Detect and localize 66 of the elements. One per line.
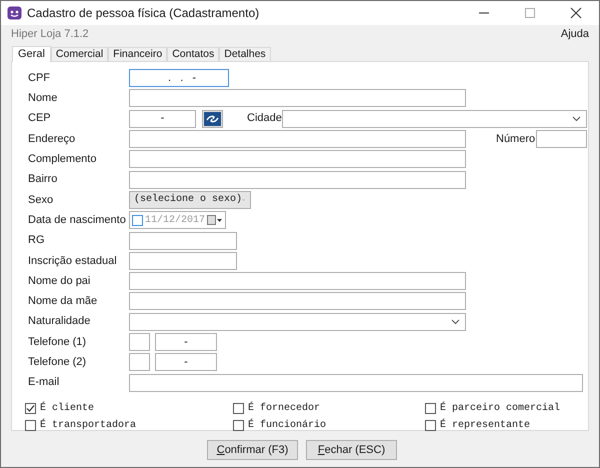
input-field[interactable] bbox=[129, 353, 150, 372]
checkbox-label: É transportadora bbox=[40, 418, 136, 433]
field-label: Nome do pai bbox=[28, 274, 92, 289]
field-label: Bairro bbox=[28, 172, 58, 188]
input-field[interactable]: . . - bbox=[129, 69, 229, 88]
tab[interactable]: Contatos bbox=[167, 47, 220, 61]
checkbox[interactable] bbox=[25, 402, 36, 414]
tab[interactable]: Financeiro bbox=[108, 47, 168, 61]
tab[interactable]: Geral bbox=[12, 46, 51, 62]
input-field[interactable] bbox=[129, 374, 583, 392]
checkbox[interactable] bbox=[425, 402, 436, 414]
checkbox-label: É fornecedor bbox=[248, 400, 320, 416]
chevron-down-icon bbox=[572, 116, 581, 122]
action-button[interactable]: Confirmar (F3) bbox=[207, 440, 298, 460]
field-label: Nome bbox=[28, 91, 58, 106]
input-field[interactable] bbox=[129, 333, 150, 351]
input-field[interactable] bbox=[129, 292, 466, 310]
field-label: Inscrição estadual bbox=[28, 254, 118, 269]
field-label: E-mail bbox=[28, 375, 60, 390]
input-field[interactable] bbox=[129, 272, 466, 290]
app-logo-icon bbox=[7, 6, 22, 20]
input-field[interactable]: - bbox=[129, 110, 196, 128]
field-label: RG bbox=[28, 233, 46, 248]
checkbox-label: É funcionário bbox=[248, 418, 326, 433]
checkbox[interactable] bbox=[233, 420, 244, 431]
field-label: Cidade bbox=[247, 111, 282, 126]
checkbox-label: É parceiro comercial bbox=[440, 400, 560, 416]
window-title: Cadastro de pessoa física (Cadastramento) bbox=[27, 5, 260, 22]
input-field[interactable] bbox=[129, 252, 237, 270]
checkbox[interactable] bbox=[425, 420, 436, 431]
menu-item[interactable]: Ajuda bbox=[560, 26, 589, 42]
input-field[interactable] bbox=[129, 170, 466, 189]
action-button[interactable]: Fechar (ESC) bbox=[306, 440, 397, 460]
version-label: Hiper Loja 7.1.2 bbox=[11, 26, 89, 42]
checkbox[interactable] bbox=[233, 402, 244, 414]
field-label: Naturalidade bbox=[28, 314, 92, 330]
input-field[interactable] bbox=[129, 89, 466, 108]
input-field[interactable] bbox=[129, 232, 237, 250]
field-label: CPF bbox=[28, 70, 51, 86]
calendar-icon[interactable] bbox=[207, 215, 223, 226]
city-combo[interactable] bbox=[282, 110, 587, 128]
search-button[interactable] bbox=[202, 110, 223, 128]
field-label: Telefone (1) bbox=[28, 334, 88, 350]
field-label: Sexo bbox=[28, 192, 54, 208]
input-field[interactable] bbox=[129, 130, 466, 148]
field-label: Data de nascimento bbox=[28, 212, 127, 228]
chevron-down-icon bbox=[451, 318, 460, 325]
checkbox-label: É cliente bbox=[40, 400, 94, 416]
input-field[interactable] bbox=[536, 130, 587, 148]
field-label: Nome da mãe bbox=[28, 294, 98, 310]
input-field[interactable] bbox=[129, 150, 466, 168]
sex-dropdown[interactable]: (selecione o sexo) bbox=[129, 190, 251, 209]
checkbox[interactable] bbox=[132, 214, 143, 226]
checkbox[interactable] bbox=[25, 420, 36, 431]
tab[interactable]: Detalhes bbox=[219, 47, 271, 61]
field-label: Número bbox=[496, 132, 536, 147]
field-label: Complemento bbox=[28, 152, 98, 168]
field-label: Endereço bbox=[28, 132, 76, 147]
arrows-icon bbox=[204, 112, 221, 126]
checkbox-label: É representante bbox=[440, 418, 530, 433]
field-label: CEP bbox=[28, 111, 52, 126]
input-field[interactable]: - bbox=[155, 353, 217, 372]
tab[interactable]: Comercial bbox=[50, 47, 108, 61]
field-label: Telefone (2) bbox=[28, 355, 88, 370]
naturality-combo[interactable] bbox=[129, 312, 466, 331]
input-field[interactable]: - bbox=[155, 333, 217, 351]
